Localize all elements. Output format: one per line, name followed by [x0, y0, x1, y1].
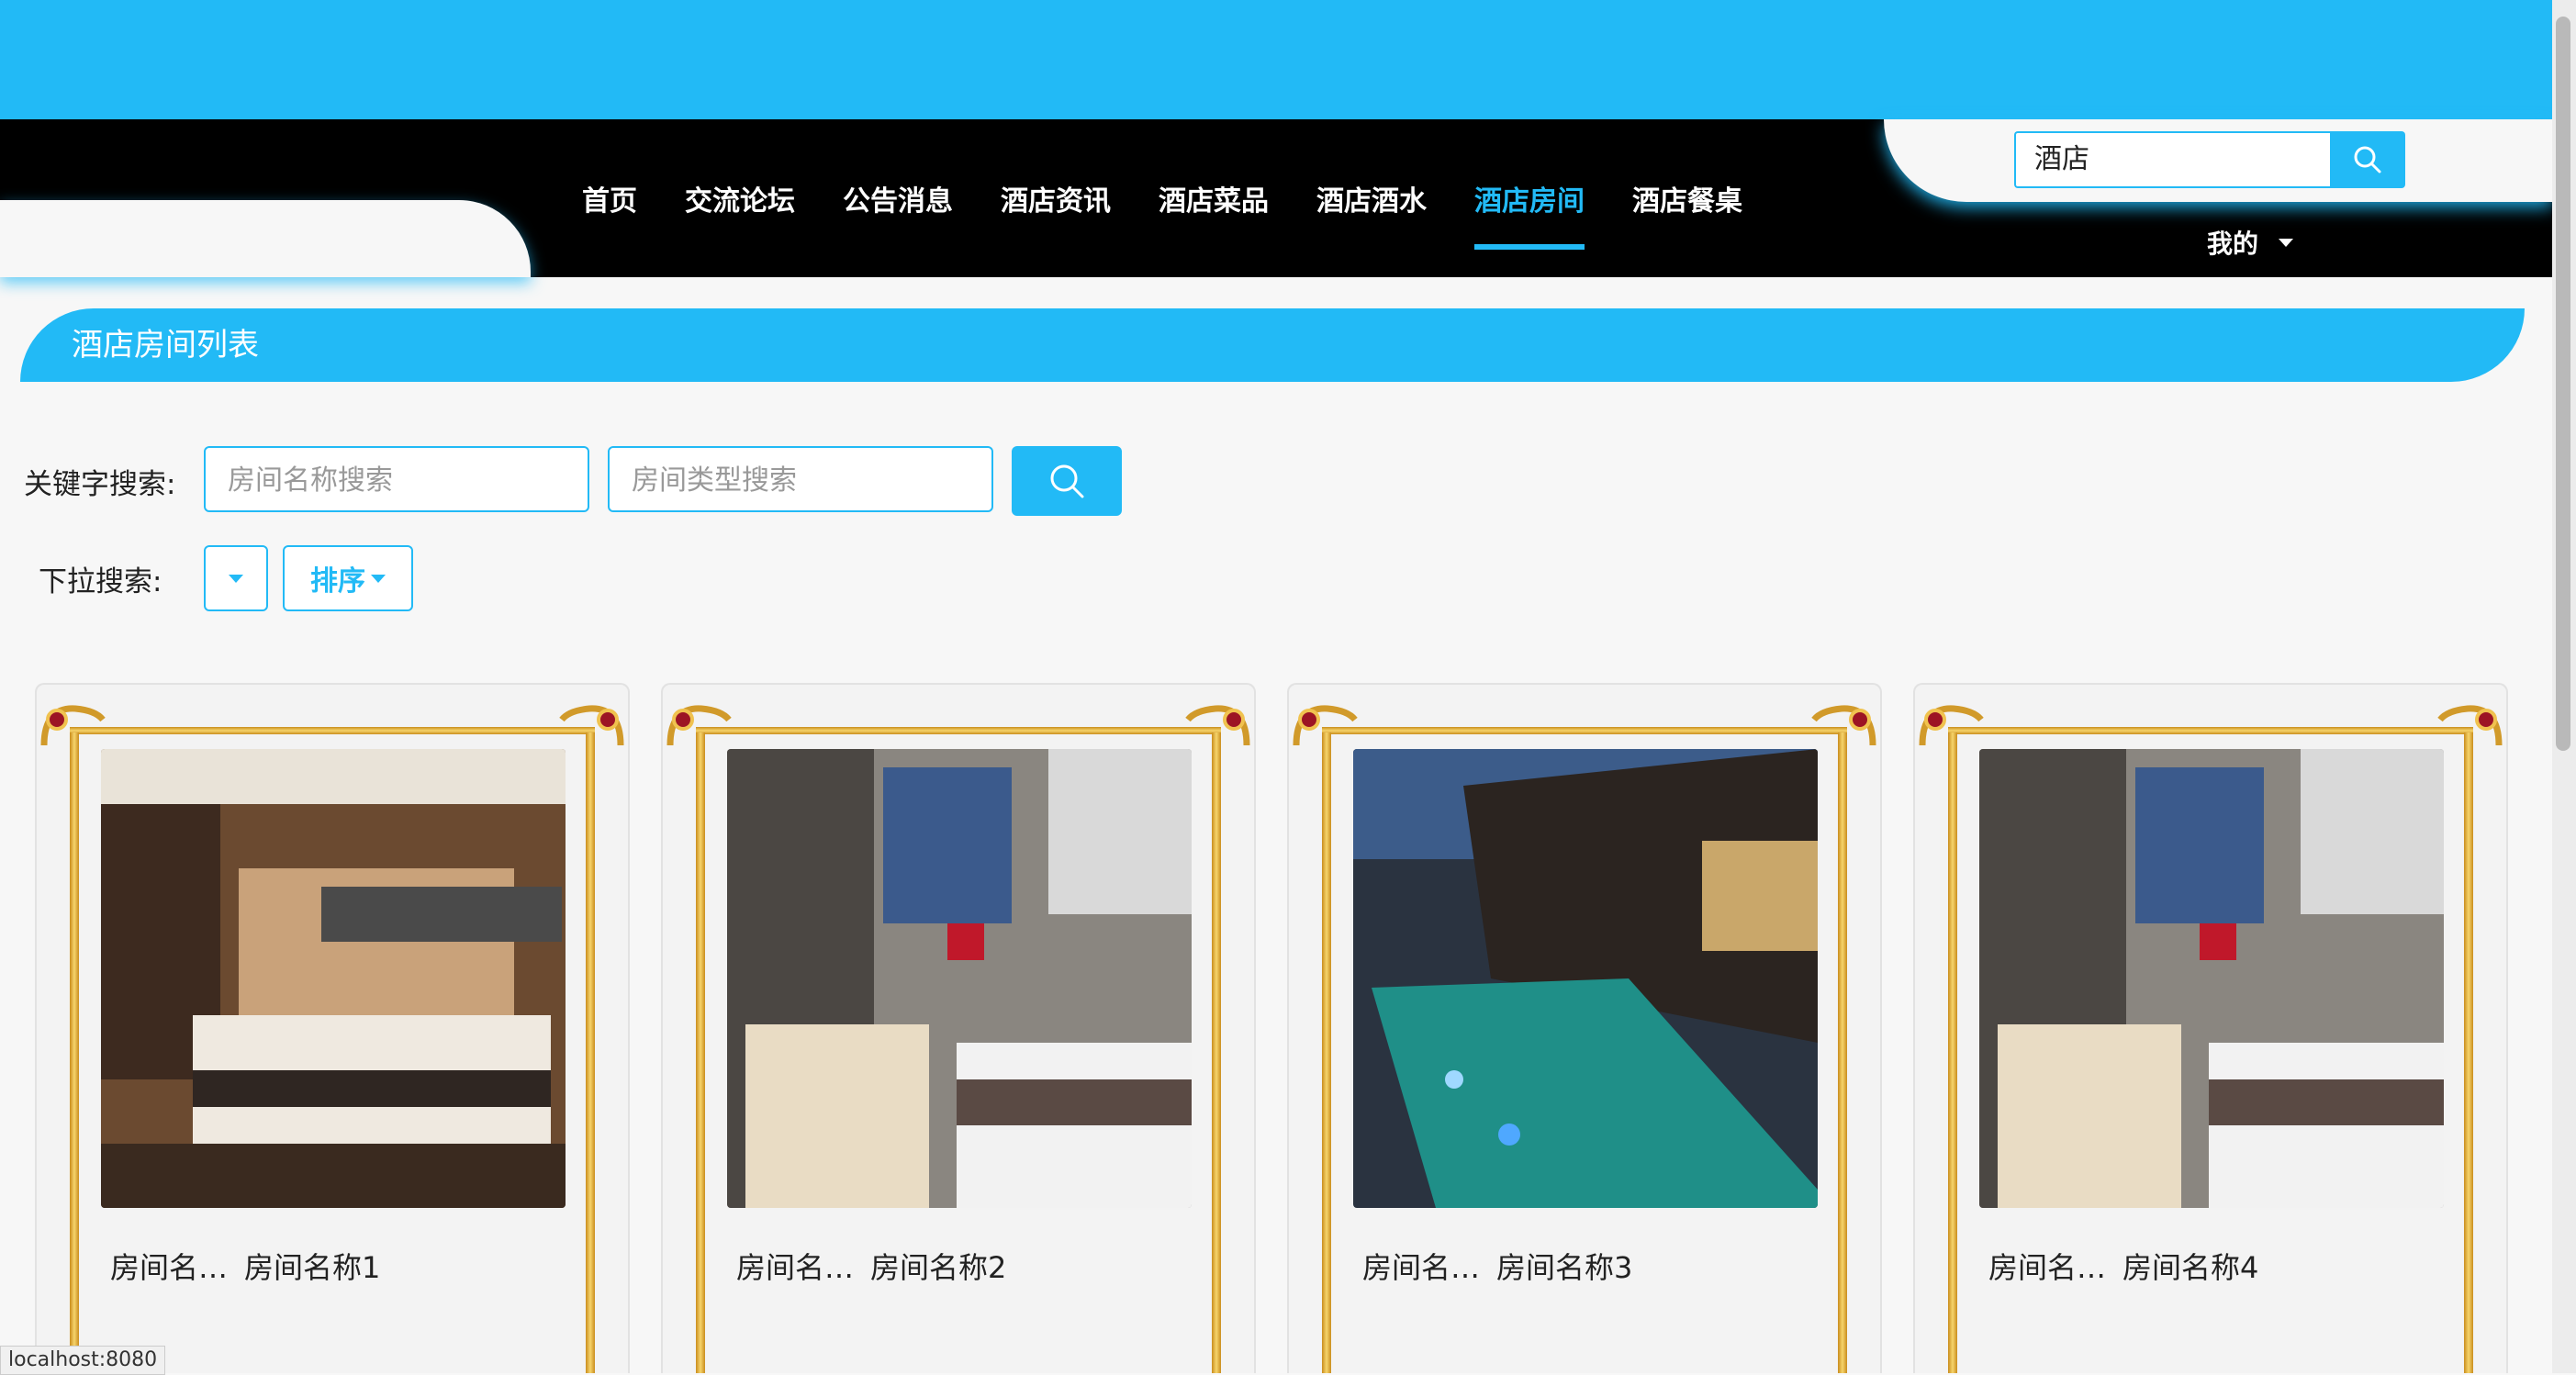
nav-item-announcements[interactable]: 公告消息 — [843, 165, 953, 248]
frame-border — [1322, 727, 1847, 734]
nav-item-hotel-tables[interactable]: 酒店餐桌 — [1632, 165, 1742, 248]
top-search-input[interactable]: 酒店 — [2014, 131, 2330, 188]
nav-item-hotel-rooms[interactable]: 酒店房间 — [1474, 165, 1585, 250]
room-image[interactable] — [101, 749, 566, 1208]
nav-item-hotel-news[interactable]: 酒店资讯 — [1001, 165, 1111, 248]
corner-ornament-icon — [559, 705, 624, 746]
frame-border — [1948, 732, 1957, 1373]
top-search-button[interactable] — [2330, 131, 2405, 188]
room-card[interactable]: 房间名… 房间名称3 — [1287, 683, 1882, 1373]
dropdown-filter-button[interactable] — [204, 545, 268, 611]
top-search: 酒店 — [2014, 131, 2405, 188]
keyword-search-label: 关键字搜索: — [24, 468, 176, 501]
frame-border — [70, 727, 595, 734]
frame-border — [1322, 732, 1331, 1373]
top-banner — [0, 0, 2552, 119]
corner-ornament-icon — [666, 705, 732, 746]
list-header: 酒店房间列表 — [20, 308, 2525, 382]
room-name-value: 房间名称1 — [244, 1250, 381, 1285]
scrollbar-thumb[interactable] — [2556, 17, 2570, 751]
caret-down-icon — [371, 574, 386, 583]
nav-left-decoration — [0, 200, 531, 277]
room-type-search-input[interactable]: 房间类型搜索 — [608, 446, 993, 512]
user-menu-label: 我的 — [2207, 229, 2259, 259]
frame-border — [1838, 732, 1847, 1373]
room-name-label: 房间名… — [736, 1250, 855, 1285]
frame-border — [586, 732, 595, 1373]
nav-item-home[interactable]: 首页 — [582, 165, 637, 248]
frame-border — [70, 732, 79, 1373]
caret-down-icon — [229, 574, 243, 583]
nav-item-forum[interactable]: 交流论坛 — [685, 165, 795, 248]
room-name-value: 房间名称4 — [2122, 1250, 2259, 1285]
room-image[interactable] — [1353, 749, 1818, 1208]
room-name-search-input[interactable]: 房间名称搜索 — [204, 446, 589, 512]
room-card[interactable]: 房间名… 房间名称4 — [1913, 683, 2508, 1373]
frame-border — [696, 727, 1221, 734]
search-icon — [1050, 464, 1084, 498]
corner-ornament-icon — [1811, 705, 1876, 746]
nav-item-hotel-drinks[interactable]: 酒店酒水 — [1316, 165, 1427, 248]
search-button[interactable] — [1012, 446, 1122, 516]
nav-item-hotel-dishes[interactable]: 酒店菜品 — [1159, 165, 1269, 248]
sort-label: 排序 — [310, 565, 365, 598]
corner-ornament-icon — [40, 705, 106, 746]
frame-border — [696, 732, 705, 1373]
page-title: 酒店房间列表 — [72, 327, 259, 363]
room-image[interactable] — [727, 749, 1192, 1208]
chevron-down-icon — [2279, 238, 2294, 247]
room-name-value: 房间名称2 — [870, 1250, 1007, 1285]
room-card[interactable]: 房间名… 房间名称1 — [35, 683, 630, 1373]
frame-border — [2464, 732, 2473, 1373]
corner-ornament-icon — [2437, 705, 2503, 746]
room-image[interactable] — [1979, 749, 2444, 1208]
corner-ornament-icon — [1185, 705, 1250, 746]
sort-dropdown-button[interactable]: 排序 — [283, 545, 413, 611]
main-nav: 首页 交流论坛 公告消息 酒店资讯 酒店菜品 酒店酒水 酒店房间 酒店餐桌 — [582, 165, 1790, 250]
corner-ornament-icon — [1919, 705, 1984, 746]
room-card[interactable]: 房间名… 房间名称2 — [661, 683, 1256, 1373]
search-icon — [2354, 146, 2381, 173]
room-name-label: 房间名… — [110, 1250, 229, 1285]
room-name: 房间名… 房间名称2 — [736, 1245, 1006, 1287]
room-name-value: 房间名称3 — [1496, 1250, 1633, 1285]
dropdown-search-label: 下拉搜索: — [39, 565, 162, 598]
room-name: 房间名… 房间名称1 — [110, 1245, 380, 1287]
room-name-label: 房间名… — [1988, 1250, 2107, 1285]
user-menu[interactable]: 我的 — [2207, 224, 2294, 261]
status-bar-url: localhost:8080 — [0, 1346, 166, 1375]
frame-border — [1948, 727, 2473, 734]
frame-border — [1212, 732, 1221, 1373]
room-name: 房间名… 房间名称4 — [1988, 1245, 2258, 1287]
room-name: 房间名… 房间名称3 — [1362, 1245, 1632, 1287]
corner-ornament-icon — [1293, 705, 1358, 746]
room-name-label: 房间名… — [1362, 1250, 1481, 1285]
